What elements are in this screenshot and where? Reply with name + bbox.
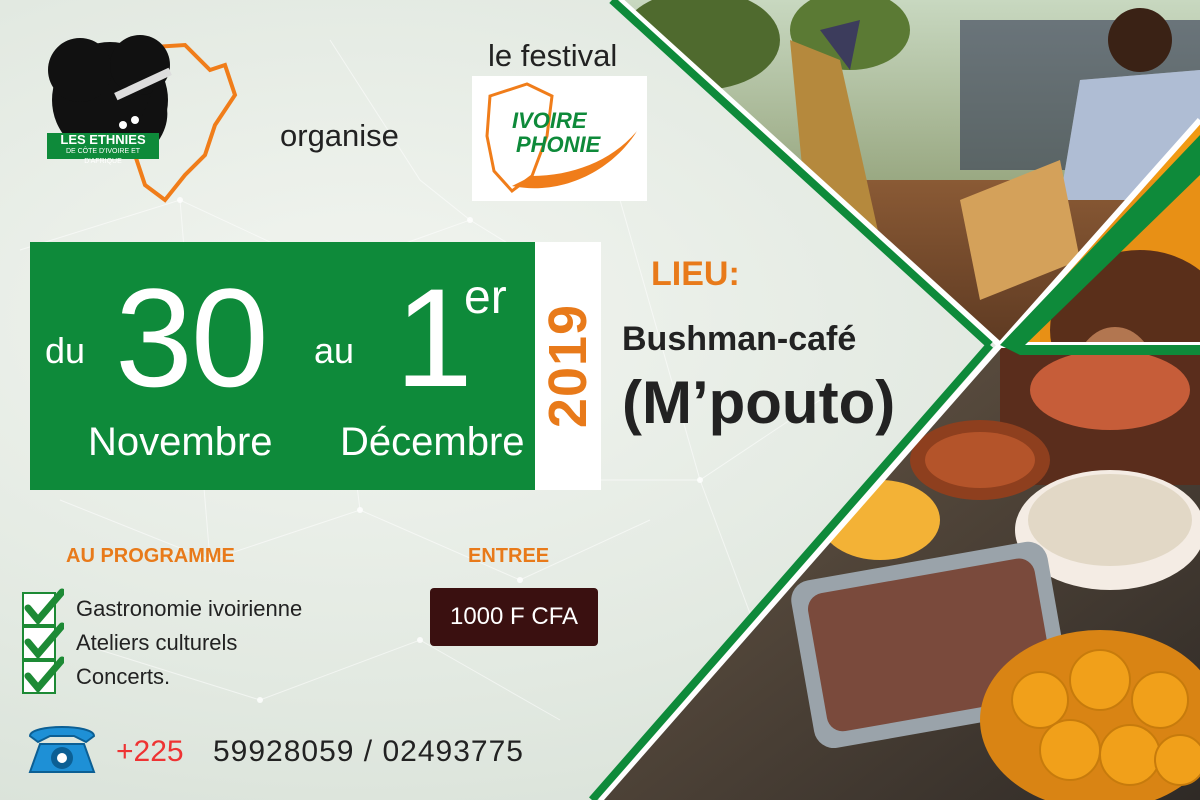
to-month: Décembre (340, 420, 525, 464)
festival-prefix: le festival (488, 38, 618, 73)
ethnies-badge: LES ETHNIES DE CÔTE D'IVOIRE ET D'AFRIQU… (47, 132, 159, 165)
to-day-suffix: er (464, 271, 507, 324)
programme-item-label: Gastronomie ivoirienne (76, 596, 303, 621)
ethnies-logo-subtext: DE CÔTE D'IVOIRE ET D'AFRIQUE (65, 148, 141, 165)
year-box: 2019 (535, 242, 601, 490)
programme-item: Gastronomie ivoirienne (22, 588, 402, 626)
telephone-icon (22, 718, 102, 780)
checkbox-icon (22, 656, 64, 694)
venue-name: Bushman-café (622, 320, 857, 358)
ivoirephonie-logo: IVOIRE PHONIE (472, 76, 647, 201)
to-day: 1 (395, 259, 473, 416)
programme-item-label: Concerts. (76, 664, 171, 689)
festival-logo-line1: IVOIRE (512, 108, 587, 133)
entry-title: ENTREE (468, 545, 550, 567)
entry-price: 1000 F CFA (430, 588, 598, 646)
phone-numbers: 59928059 / 02493775 (213, 735, 524, 768)
organise-label: organise (280, 118, 399, 153)
from-month: Novembre (88, 420, 273, 464)
programme-item: Concerts. (22, 656, 402, 694)
to-word: au (314, 330, 355, 371)
checkbox-icon (22, 622, 64, 660)
phone-prefix: +225 (116, 735, 184, 768)
from-word: du (45, 330, 86, 371)
checkbox-icon (22, 588, 64, 626)
ethnies-logo-text: LES ETHNIES (60, 132, 146, 147)
ethnies-logo: LES ETHNIES DE CÔTE D'IVOIRE ET D'AFRIQU… (35, 25, 255, 205)
festival-logo-line2: PHONIE (516, 132, 601, 157)
programme-item-label: Ateliers culturels (76, 630, 238, 655)
venue-area: (M’pouto) (622, 369, 896, 436)
year-label: 2019 (538, 303, 598, 429)
africa-silhouette (48, 35, 238, 203)
venue-label: LIEU: (651, 255, 740, 293)
programme-item: Ateliers culturels (22, 622, 402, 660)
from-day: 30 (115, 259, 269, 416)
programme-title: AU PROGRAMME (66, 545, 235, 567)
